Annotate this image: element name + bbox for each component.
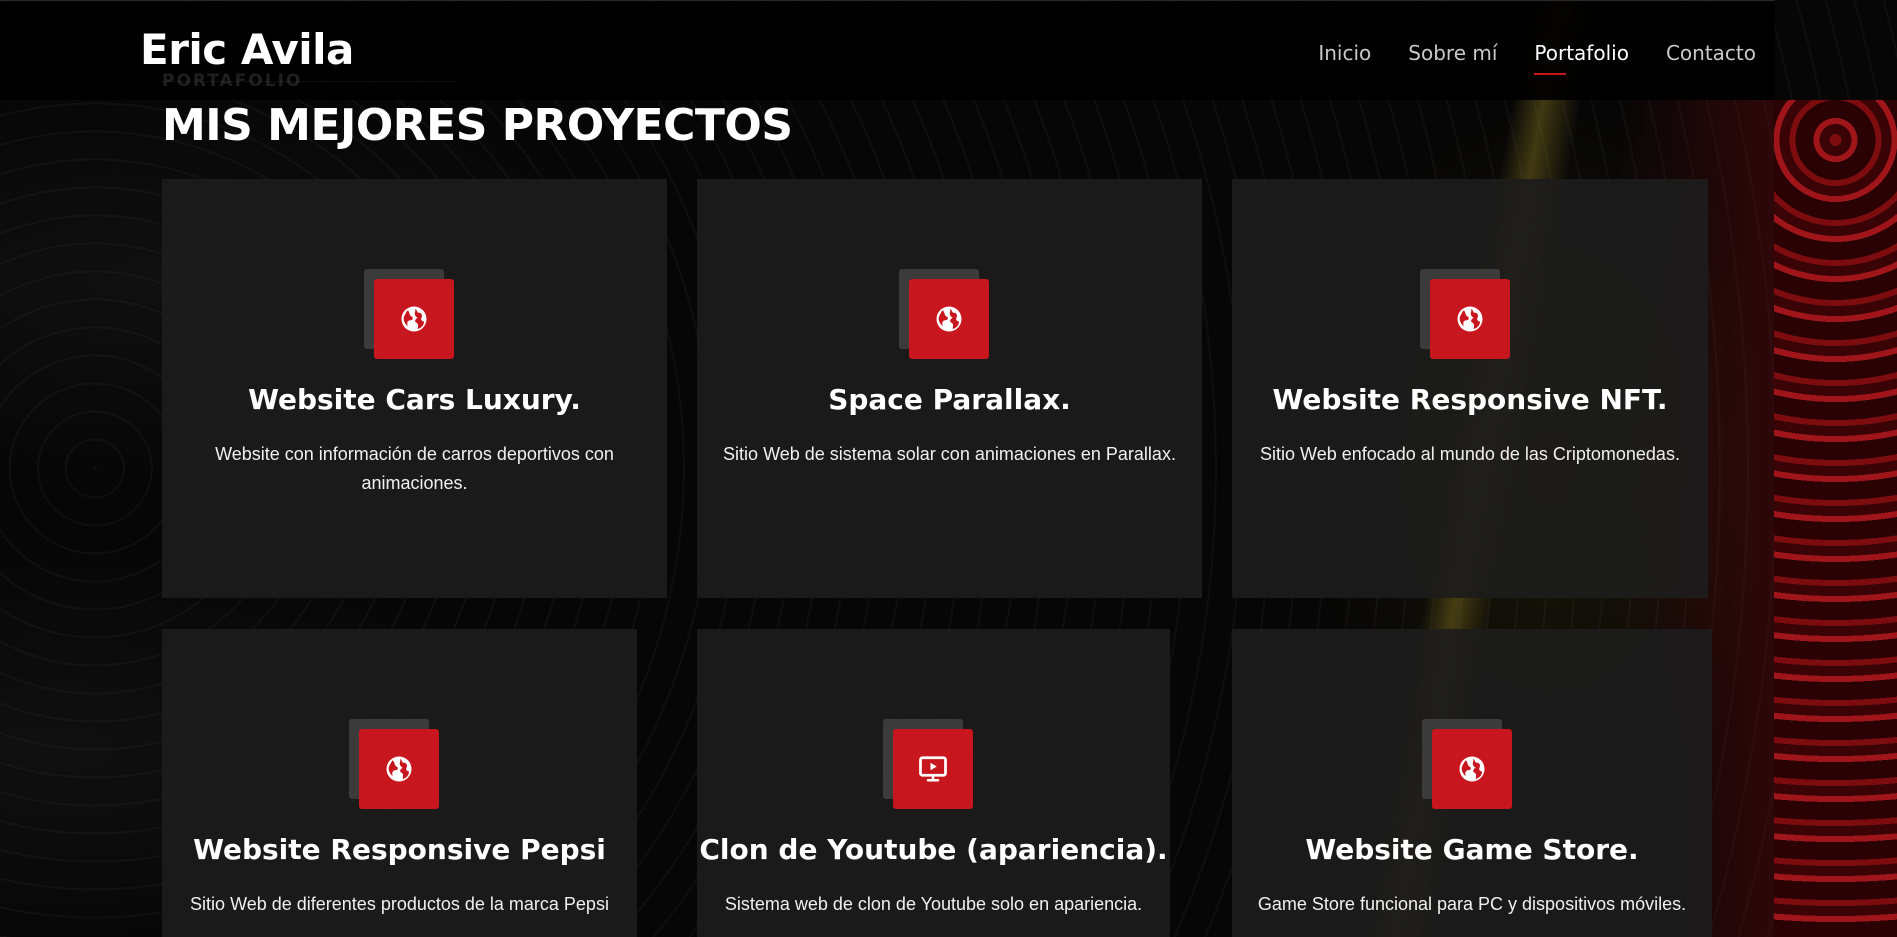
project-card-responsive-pepsi[interactable]: Website Responsive Pepsi Sitio Web de di… <box>162 629 637 937</box>
globe-icon <box>909 279 989 359</box>
project-description: Sitio Web enfocado al mundo de las Cript… <box>1260 444 1680 464</box>
project-description: Sitio Web de diferentes productos de la … <box>190 894 609 914</box>
project-card-youtube-clone[interactable]: Clon de Youtube (apariencia). Sistema we… <box>697 629 1170 937</box>
section-tag-divider <box>162 81 457 82</box>
section-title: MIS MEJORES PROYECTOS <box>162 100 793 151</box>
nav-item-portafolio[interactable]: Portafolio <box>1534 41 1629 75</box>
site-logo[interactable]: Eric Avila <box>140 25 354 74</box>
project-icon <box>349 719 439 809</box>
project-description: Sitio Web de sistema solar con animacion… <box>723 444 1176 464</box>
project-title: Website Game Store. <box>1305 833 1639 866</box>
globe-icon <box>374 279 454 359</box>
project-card-responsive-nft[interactable]: Website Responsive NFT. Sitio Web enfoca… <box>1232 179 1708 598</box>
project-title: Website Cars Luxury. <box>248 383 581 416</box>
main-nav: Inicio Sobre mí Portafolio Contacto <box>1318 41 1756 75</box>
background-red-curtain <box>1774 100 1897 937</box>
project-card-space-parallax[interactable]: Space Parallax. Sitio Web de sistema sol… <box>697 179 1202 598</box>
nav-item-inicio[interactable]: Inicio <box>1318 41 1371 65</box>
project-description: Sistema web de clon de Youtube solo en a… <box>724 894 1143 914</box>
monitor-play-icon <box>893 729 973 809</box>
project-description: Game Store funcional para PC y dispositi… <box>1257 894 1687 914</box>
globe-icon <box>1430 279 1510 359</box>
project-icon <box>899 269 989 359</box>
project-card-game-store[interactable]: Website Game Store. Game Store funcional… <box>1232 629 1712 937</box>
project-title: Clon de Youtube (apariencia). <box>699 833 1168 866</box>
project-description: Website con información de carros deport… <box>215 444 614 493</box>
globe-icon <box>1432 729 1512 809</box>
project-icon <box>1422 719 1512 809</box>
project-icon <box>364 269 454 359</box>
project-title: Website Responsive NFT. <box>1272 383 1668 416</box>
project-title: Space Parallax. <box>828 383 1071 416</box>
nav-item-sobre-mi[interactable]: Sobre mí <box>1408 41 1497 65</box>
globe-icon <box>359 729 439 809</box>
project-icon <box>1420 269 1510 359</box>
nav-item-contacto[interactable]: Contacto <box>1666 41 1756 65</box>
project-icon <box>883 719 973 809</box>
project-card-cars-luxury[interactable]: Website Cars Luxury. Website con informa… <box>162 179 667 598</box>
site-header: Eric Avila PORTAFOLIO Inicio Sobre mí Po… <box>0 0 1775 100</box>
project-title: Website Responsive Pepsi <box>193 833 606 866</box>
